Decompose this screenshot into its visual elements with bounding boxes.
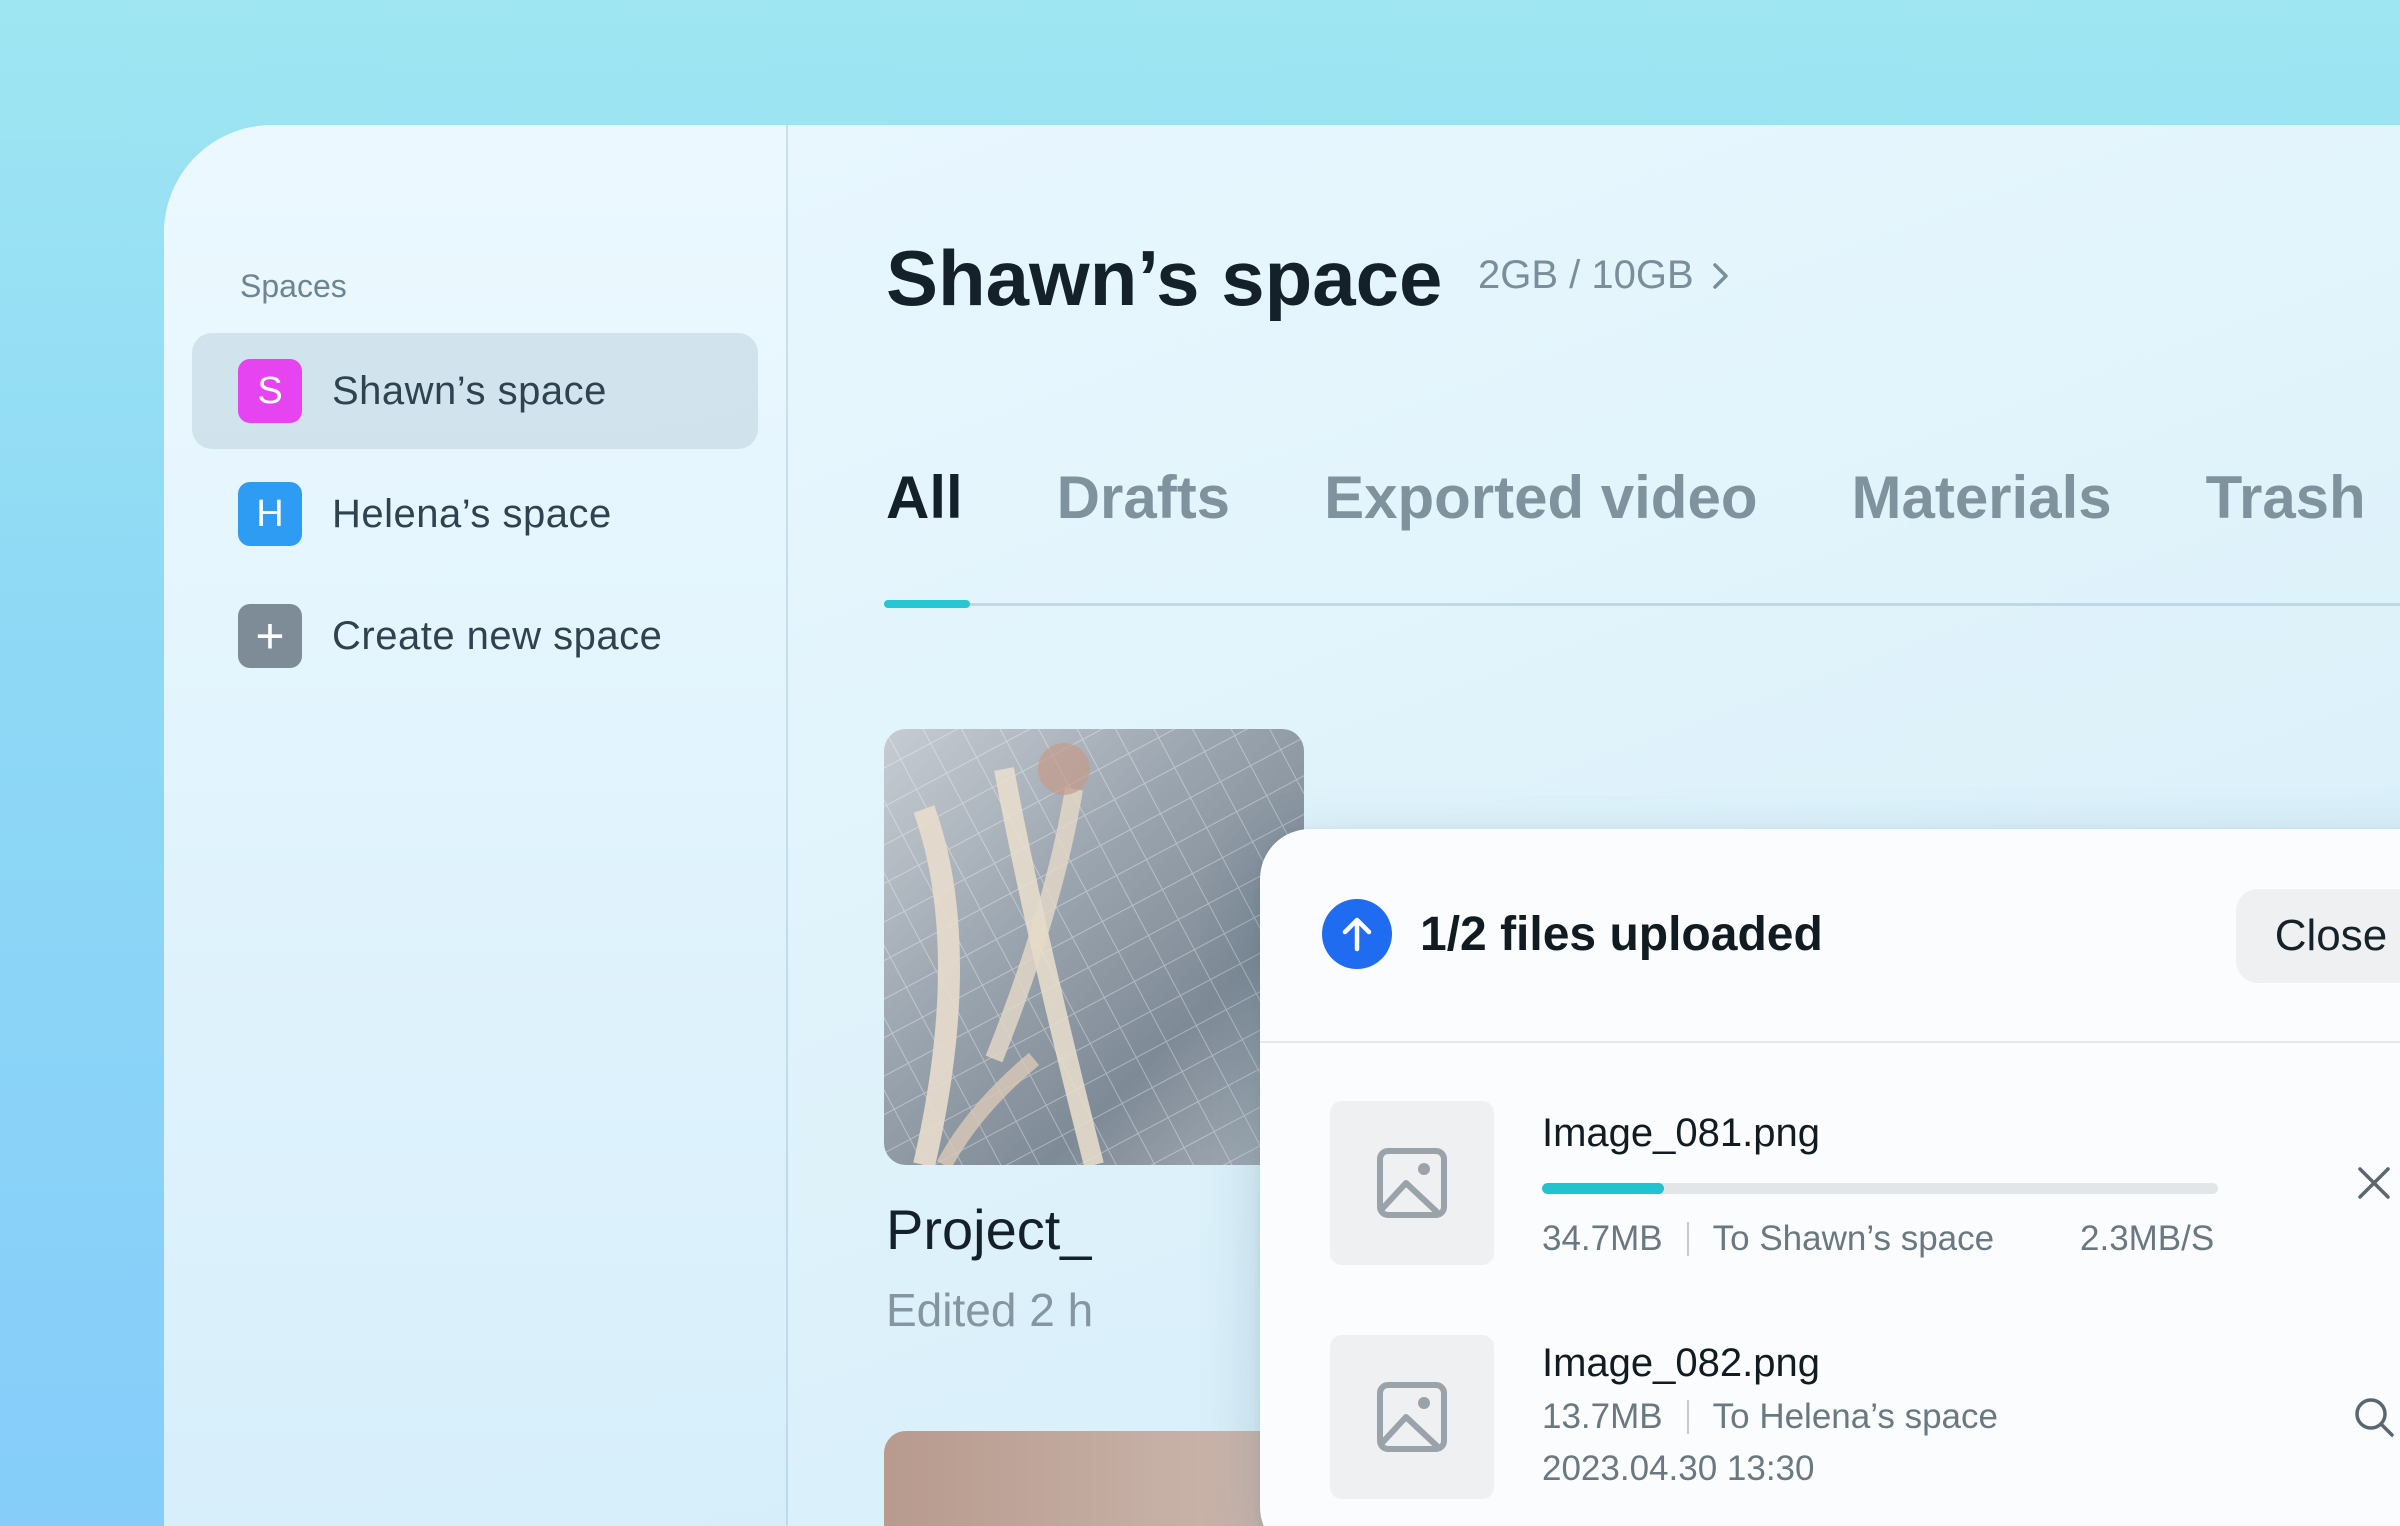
meta-separator: [1686, 1222, 1689, 1256]
space-avatar: H: [238, 482, 302, 546]
upload-status-title: 1/2 files uploaded: [1420, 908, 1823, 961]
upload-arrow-icon: [1322, 899, 1392, 969]
chevron-right-icon: [1712, 262, 1728, 289]
app-window: Spaces S Shawn’s space H Helena’s space …: [164, 125, 2400, 1526]
sidebar-item-label: Shawn’s space: [332, 368, 607, 413]
tab-all[interactable]: All: [886, 463, 963, 532]
storage-usage-link[interactable]: 2GB / 10GB: [1478, 253, 1732, 298]
storage-usage: 2GB / 10GB: [1478, 253, 1694, 297]
active-tab-indicator: [884, 600, 970, 608]
image-icon: [1330, 1335, 1494, 1499]
file-meta: 13.7MB To Helena’s space: [1542, 1397, 1998, 1437]
create-new-space-button[interactable]: + Create new space: [192, 578, 758, 694]
file-destination: To Helena’s space: [1712, 1397, 1998, 1436]
page-title: Shawn’s space: [886, 234, 1443, 322]
file-name: Image_082.png: [1542, 1341, 1821, 1385]
project-edited-time: Edited 2 h: [886, 1284, 1094, 1336]
tab-bar: All Drafts Exported video Materials Tras…: [886, 463, 2400, 532]
tab-trash[interactable]: Trash: [2206, 463, 2366, 532]
sidebar: Spaces S Shawn’s space H Helena’s space …: [164, 125, 788, 1526]
file-meta: 34.7MB To Shawn’s space: [1542, 1219, 1994, 1259]
upload-file-row: Image_081.png 34.7MB To Shawn’s space 2.…: [1260, 1101, 2400, 1271]
image-icon: [1330, 1101, 1494, 1265]
sidebar-item-shawns-space[interactable]: S Shawn’s space: [192, 333, 758, 449]
tab-materials[interactable]: Materials: [1851, 463, 2111, 532]
meta-separator: [1686, 1400, 1689, 1434]
file-size: 13.7MB: [1542, 1397, 1663, 1436]
upload-timestamp: 2023.04.30 13:30: [1542, 1449, 1815, 1488]
file-size: 34.7MB: [1542, 1219, 1663, 1258]
upload-panel: 1/2 files uploaded Close Image_081.png 3…: [1260, 829, 2400, 1526]
cancel-upload-button[interactable]: [2346, 1155, 2400, 1211]
file-destination: To Shawn’s space: [1712, 1219, 1995, 1258]
project-title[interactable]: Project_: [886, 1197, 1091, 1262]
panel-divider: [1260, 1041, 2400, 1043]
plus-icon: +: [238, 604, 302, 668]
sidebar-item-helenas-space[interactable]: H Helena’s space: [192, 456, 758, 572]
tab-divider: [886, 603, 2400, 606]
upload-speed: 2.3MB/S: [2080, 1219, 2215, 1258]
search-icon: [2355, 1398, 2394, 1437]
close-button[interactable]: Close: [2236, 889, 2400, 983]
file-name: Image_081.png: [1542, 1111, 1821, 1155]
tab-drafts[interactable]: Drafts: [1057, 463, 1230, 532]
close-icon: [2358, 1167, 2390, 1199]
project-thumbnail[interactable]: [884, 729, 1304, 1165]
upload-file-row: Image_082.png 13.7MB To Helena’s space 2…: [1260, 1335, 2400, 1505]
locate-file-button[interactable]: [2346, 1389, 2400, 1445]
tab-exported-video[interactable]: Exported video: [1324, 463, 1757, 532]
upload-progress-fill: [1542, 1183, 1664, 1194]
upload-progress-bar: [1542, 1183, 2218, 1194]
thumbnail-image: [884, 729, 1304, 1165]
sidebar-item-label: Helena’s space: [332, 491, 612, 536]
space-avatar: S: [238, 359, 302, 423]
sidebar-item-label: Create new space: [332, 613, 663, 658]
sidebar-heading: Spaces: [240, 268, 347, 304]
